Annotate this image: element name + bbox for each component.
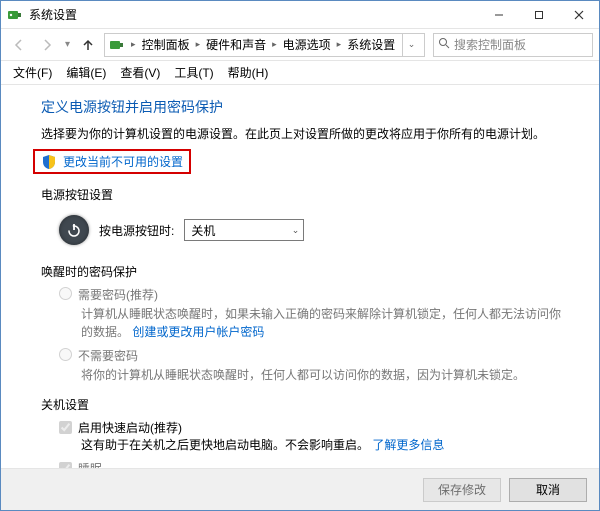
nav-row: ▾ ▸ 控制面板 ▸ 硬件和声音 ▸ 电源选项 ▸ 系统设置 ⌄ 搜索控制面板 bbox=[1, 29, 599, 61]
wake-options: 需要密码(推荐) 计算机从睡眠状态唤醒时，如果未输入正确的密码来解除计算机锁定，… bbox=[59, 286, 569, 384]
breadcrumb-seg-0[interactable]: 控制面板 bbox=[140, 36, 192, 53]
cancel-button[interactable]: 取消 bbox=[509, 478, 587, 502]
shield-icon bbox=[41, 154, 57, 170]
radio-no-password[interactable]: 不需要密码 bbox=[59, 347, 569, 364]
checkbox-fast-startup-label: 启用快速启动(推荐) bbox=[78, 419, 182, 436]
save-button[interactable]: 保存修改 bbox=[423, 478, 501, 502]
menu-tools[interactable]: 工具(T) bbox=[168, 62, 219, 83]
search-icon bbox=[438, 37, 450, 52]
checkbox-fast-startup-desc: 这有助于在关机之后更快地启动电脑。不会影响重启。 了解更多信息 bbox=[81, 436, 569, 454]
shutdown-options: 启用快速启动(推荐) 这有助于在关机之后更快地启动电脑。不会影响重启。 了解更多… bbox=[59, 419, 569, 468]
save-button-label: 保存修改 bbox=[438, 481, 486, 498]
power-button-row: 按电源按钮时: 关机 ⌄ bbox=[59, 209, 569, 251]
power-icon bbox=[59, 215, 89, 245]
up-button[interactable] bbox=[76, 33, 100, 57]
section-shutdown: 关机设置 bbox=[41, 396, 569, 413]
breadcrumb[interactable]: ▸ 控制面板 ▸ 硬件和声音 ▸ 电源选项 ▸ 系统设置 ⌄ bbox=[104, 33, 425, 57]
back-button[interactable] bbox=[7, 33, 31, 57]
breadcrumb-dropdown[interactable]: ⌄ bbox=[402, 34, 420, 56]
checkbox-sleep[interactable]: 睡眠 bbox=[59, 460, 569, 468]
breadcrumb-seg-2[interactable]: 电源选项 bbox=[281, 36, 333, 53]
highlight-box: 更改当前不可用的设置 bbox=[33, 149, 191, 174]
power-button-label: 按电源按钮时: bbox=[99, 222, 174, 239]
chevron-right-icon: ▸ bbox=[129, 39, 138, 50]
chevron-down-icon: ⌄ bbox=[292, 225, 300, 236]
chevron-right-icon: ▸ bbox=[270, 39, 279, 50]
power-button-select[interactable]: 关机 ⌄ bbox=[184, 219, 304, 241]
titlebar: 系统设置 bbox=[1, 1, 599, 29]
content-area: 定义电源按钮并启用密码保护 选择要为你的计算机设置的电源设置。在此页上对设置所做… bbox=[1, 85, 599, 468]
button-bar: 保存修改 取消 bbox=[1, 468, 599, 510]
minimize-button[interactable] bbox=[479, 1, 519, 28]
radio-no-password-desc: 将你的计算机从睡眠状态唤醒时，任何人都可以访问你的数据，因为计算机未锁定。 bbox=[81, 366, 569, 384]
search-input[interactable]: 搜索控制面板 bbox=[433, 33, 593, 57]
breadcrumb-seg-1[interactable]: 硬件和声音 bbox=[204, 36, 268, 53]
breadcrumb-icon bbox=[109, 37, 125, 53]
create-change-password-link[interactable]: 创建或更改用户帐户密码 bbox=[132, 325, 264, 339]
search-placeholder: 搜索控制面板 bbox=[454, 36, 526, 53]
radio-no-password-label: 不需要密码 bbox=[78, 347, 138, 364]
change-unavailable-link[interactable]: 更改当前不可用的设置 bbox=[63, 153, 183, 170]
chevron-right-icon: ▸ bbox=[335, 39, 344, 50]
checkbox-fast-startup[interactable]: 启用快速启动(推荐) bbox=[59, 419, 569, 436]
radio-need-password-input bbox=[59, 287, 72, 300]
section-power-button: 电源按钮设置 bbox=[41, 186, 569, 203]
checkbox-sleep-label: 睡眠 bbox=[78, 460, 102, 468]
menu-file[interactable]: 文件(F) bbox=[7, 62, 58, 83]
radio-need-password-label: 需要密码(推荐) bbox=[78, 286, 158, 303]
menubar: 文件(F) 编辑(E) 查看(V) 工具(T) 帮助(H) bbox=[1, 61, 599, 85]
menu-help[interactable]: 帮助(H) bbox=[222, 62, 275, 83]
menu-view[interactable]: 查看(V) bbox=[114, 62, 166, 83]
forward-button[interactable] bbox=[35, 33, 59, 57]
window-buttons bbox=[479, 1, 599, 28]
page-heading: 定义电源按钮并启用密码保护 bbox=[41, 97, 569, 117]
power-button-value: 关机 bbox=[191, 222, 215, 239]
section-wake: 唤醒时的密码保护 bbox=[41, 263, 569, 280]
close-button[interactable] bbox=[559, 1, 599, 28]
page-description: 选择要为你的计算机设置的电源设置。在此页上对设置所做的更改将应用于你所有的电源计… bbox=[41, 125, 569, 143]
checkbox-fast-startup-desc-text: 这有助于在关机之后更快地启动电脑。不会影响重启。 bbox=[81, 438, 369, 452]
change-settings-row: 更改当前不可用的设置 bbox=[41, 149, 569, 174]
radio-no-password-input bbox=[59, 348, 72, 361]
breadcrumb-seg-3[interactable]: 系统设置 bbox=[345, 36, 397, 53]
chevron-right-icon: ▸ bbox=[194, 39, 203, 50]
radio-need-password-desc: 计算机从睡眠状态唤醒时，如果未输入正确的密码来解除计算机锁定，任何人都无法访问你… bbox=[81, 305, 569, 341]
window-root: 系统设置 ▾ ▸ 控制面板 ▸ 硬件和声音 ▸ 电源选项 ▸ 系统设置 ⌄ 搜索… bbox=[0, 0, 600, 511]
learn-more-link[interactable]: 了解更多信息 bbox=[372, 438, 444, 452]
radio-need-password[interactable]: 需要密码(推荐) bbox=[59, 286, 569, 303]
window-title: 系统设置 bbox=[29, 6, 479, 23]
cancel-button-label: 取消 bbox=[536, 481, 560, 498]
checkbox-fast-startup-input bbox=[59, 421, 72, 434]
maximize-button[interactable] bbox=[519, 1, 559, 28]
history-chevron-icon[interactable]: ▾ bbox=[63, 39, 72, 50]
menu-edit[interactable]: 编辑(E) bbox=[60, 62, 112, 83]
app-icon bbox=[7, 7, 23, 23]
checkbox-sleep-input bbox=[59, 462, 72, 468]
